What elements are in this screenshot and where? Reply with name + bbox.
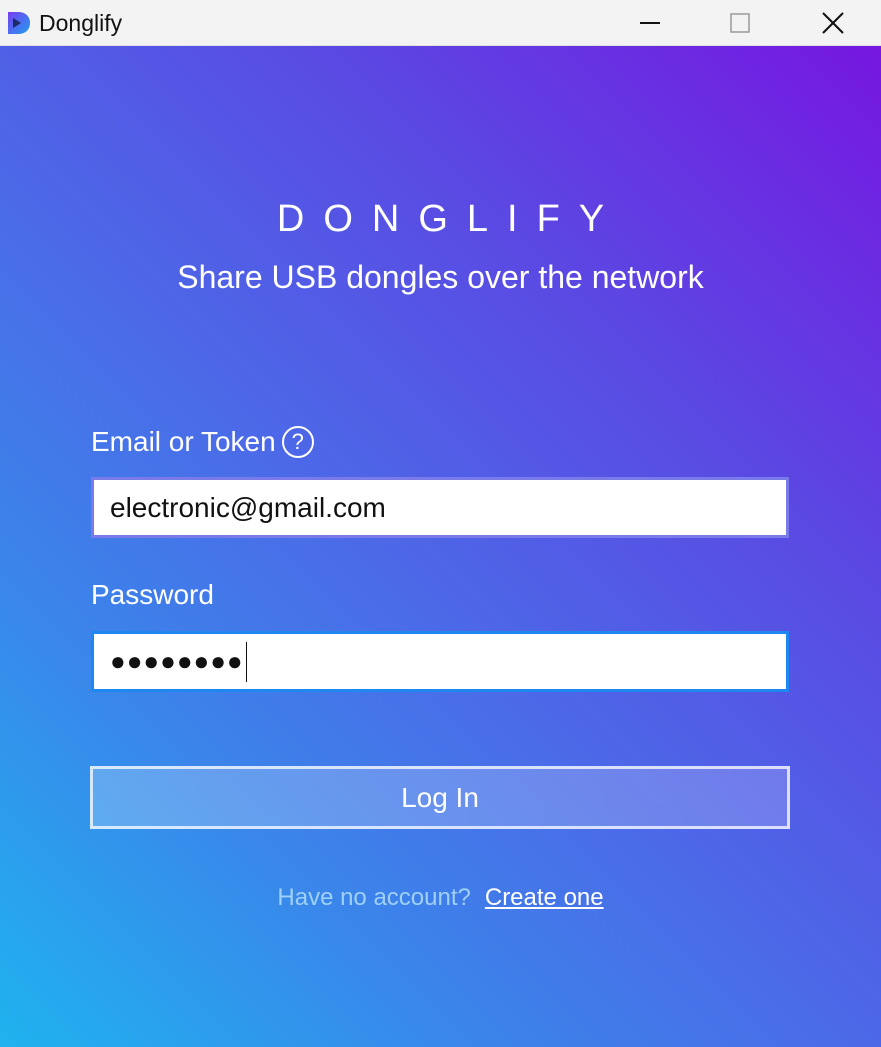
donglify-logo-icon: [8, 12, 30, 34]
brand-name: DONGLIFY: [276, 198, 624, 240]
title-bar[interactable]: Donglify: [0, 0, 881, 46]
signup-prompt: Have no account?: [277, 884, 471, 911]
password-masked-value: ●●●●●●●●: [110, 646, 244, 676]
email-label: Email or Token?: [91, 426, 314, 458]
minimize-button[interactable]: [604, 0, 696, 45]
app-window: Donglify DONGLIFY Share USB dongles over…: [0, 0, 881, 1047]
minimize-icon: [640, 21, 660, 24]
text-caret: [245, 641, 247, 682]
password-label: Password: [91, 579, 214, 610]
create-account-link[interactable]: Create one: [485, 884, 604, 911]
maximize-icon: [730, 12, 750, 33]
login-button[interactable]: Log In: [90, 766, 790, 829]
brand-tagline: Share USB dongles over the network: [177, 259, 704, 295]
password-field[interactable]: ●●●●●●●●: [91, 631, 789, 692]
close-button[interactable]: [787, 0, 879, 45]
help-icon[interactable]: ?: [281, 426, 314, 458]
login-panel: DONGLIFY Share USB dongles over the netw…: [0, 46, 881, 1047]
email-field[interactable]: [91, 477, 789, 538]
signup-row: Have no account? Create one: [0, 884, 881, 912]
close-icon: [822, 11, 844, 34]
email-input[interactable]: [110, 491, 786, 524]
window-title: Donglify: [39, 10, 123, 36]
maximize-button[interactable]: [694, 0, 786, 45]
email-label-text: Email or Token: [91, 426, 276, 457]
